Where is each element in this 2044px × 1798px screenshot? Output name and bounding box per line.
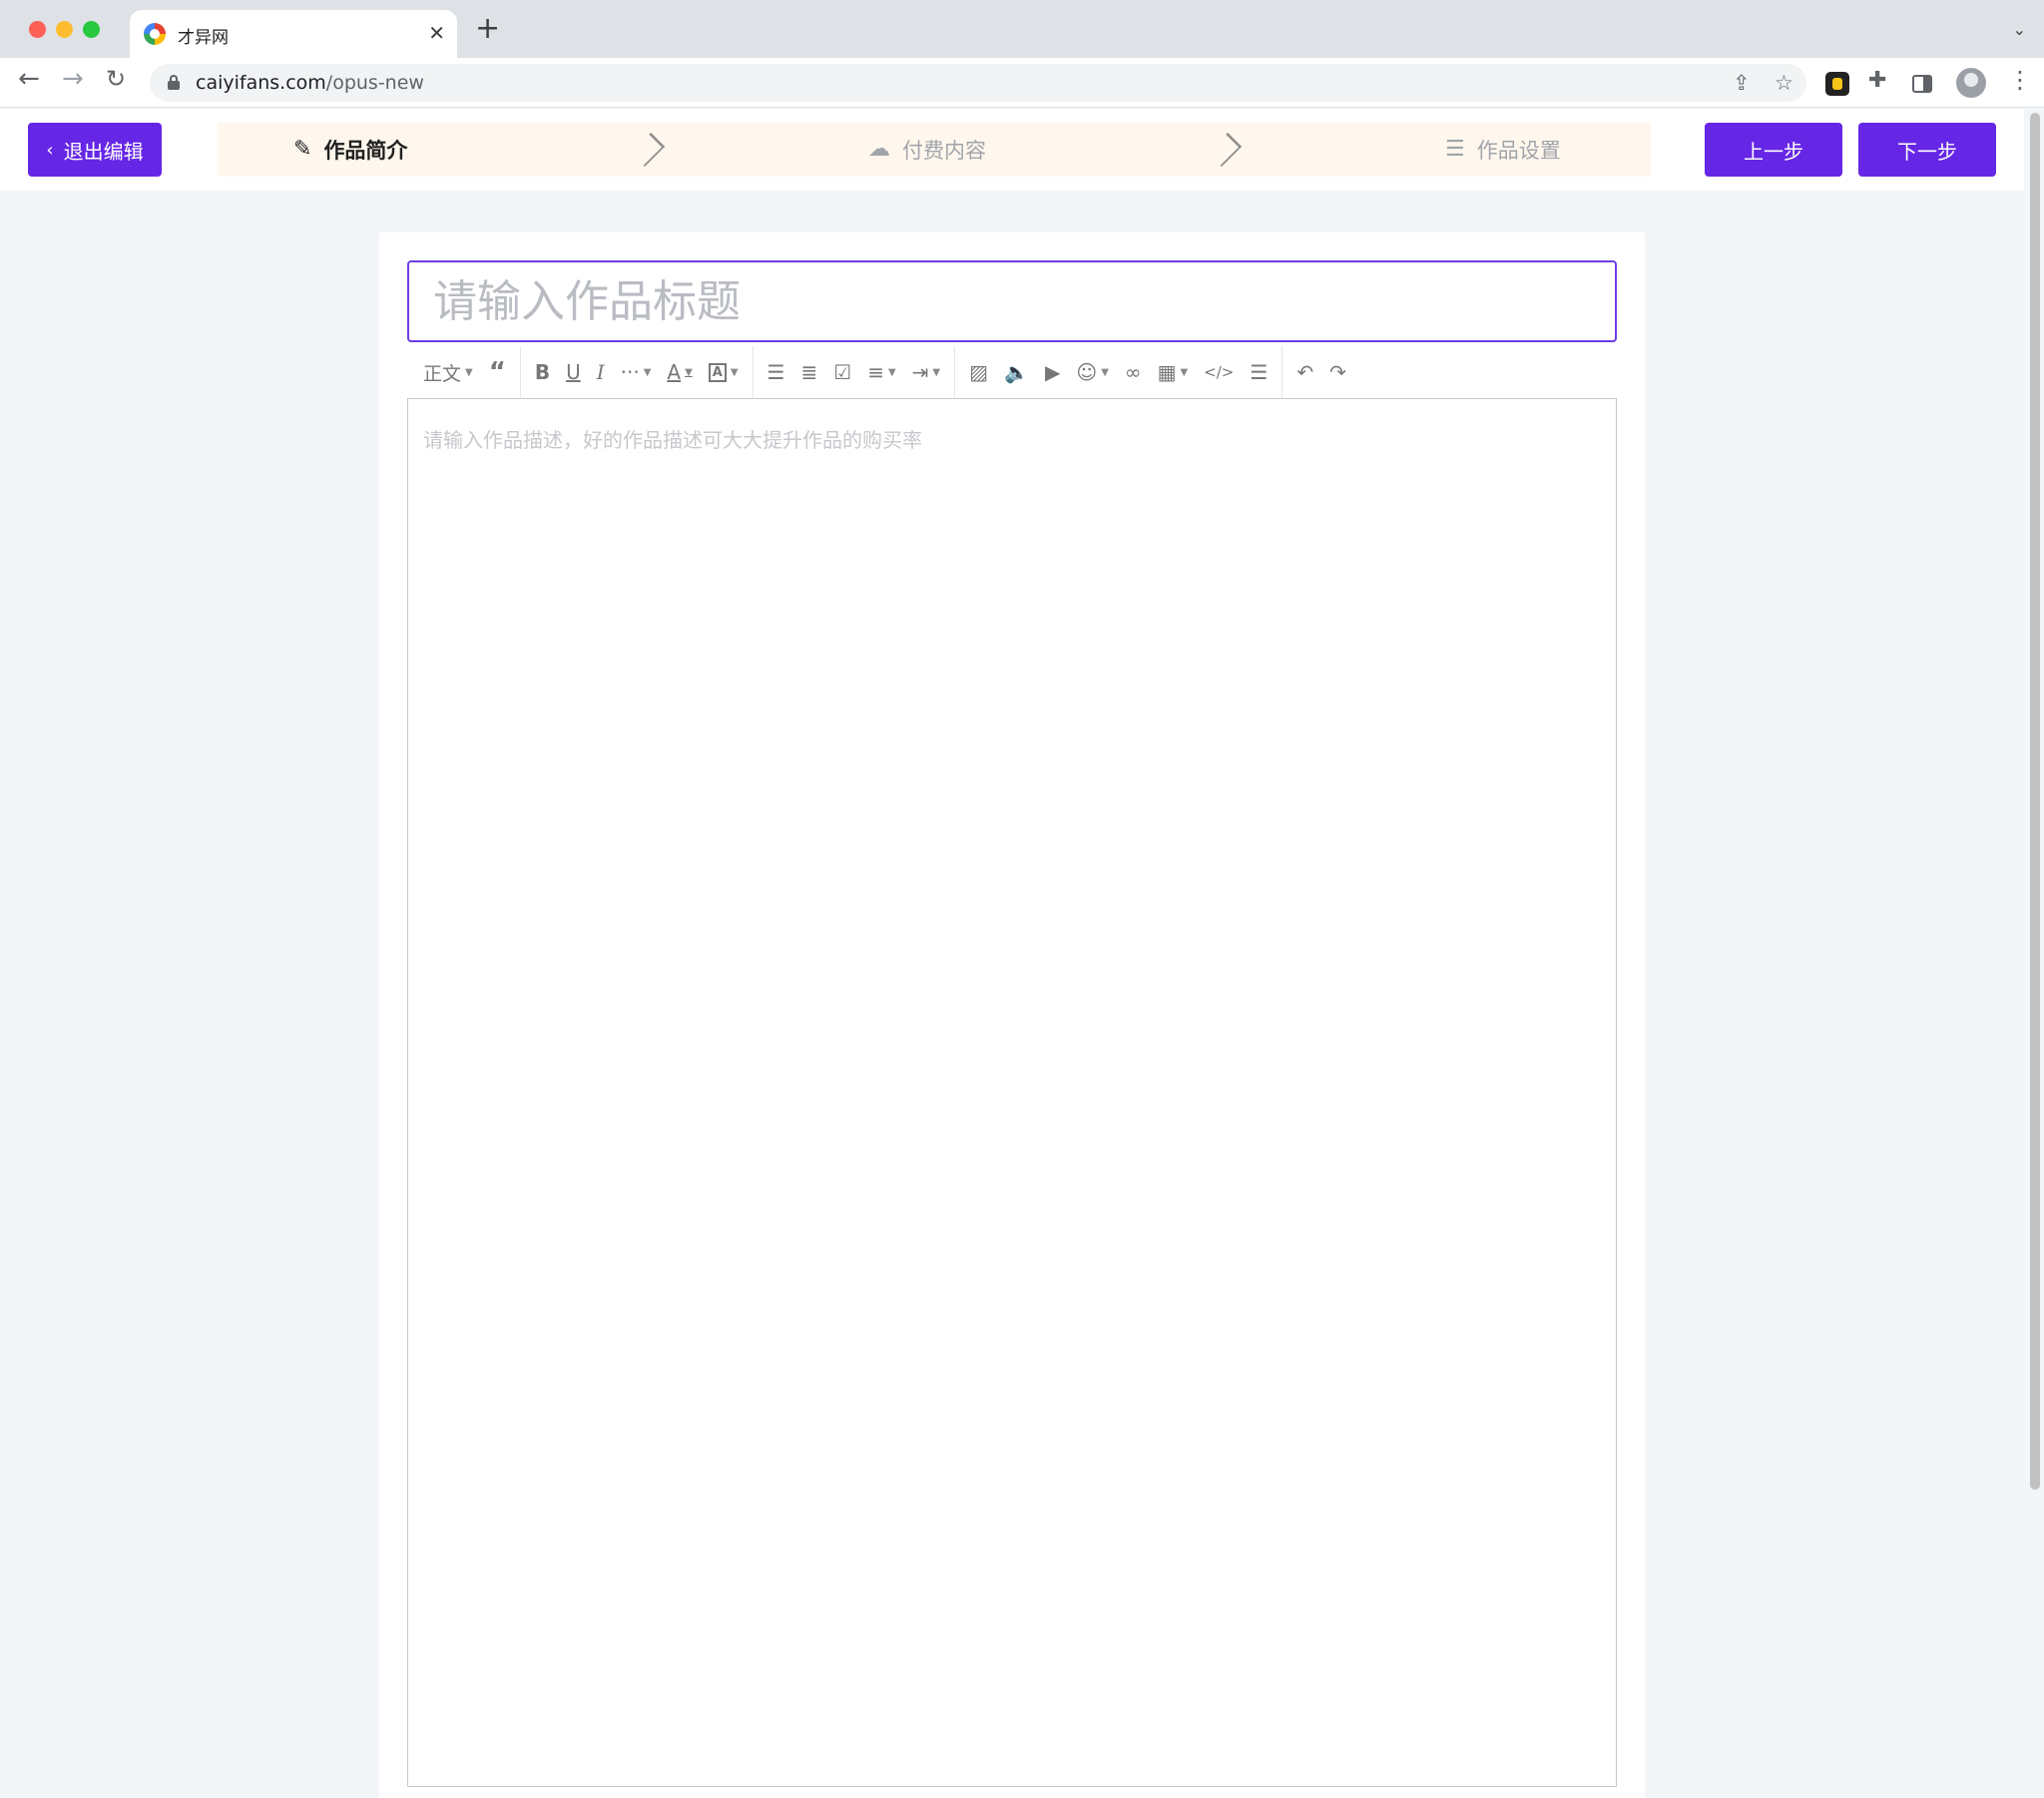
- step-paid-content[interactable]: ☁ 付费内容: [868, 123, 986, 177]
- editor-card: 正文▼ “ B U I ···▼ A▼ A▼ ☰ ≣ ☑ ≡▼ ⇥▼ ▨ 🔈 ▶…: [379, 232, 1645, 1798]
- indent-icon[interactable]: ⇥ ▼: [904, 356, 948, 388]
- tab-close-icon[interactable]: ✕: [428, 21, 445, 45]
- profile-avatar[interactable]: [1956, 68, 1986, 98]
- tab-search-chevron-icon[interactable]: ⌄: [2013, 20, 2026, 39]
- align-icon[interactable]: ≡ ▼: [859, 356, 903, 388]
- insert-video-icon[interactable]: ▶: [1037, 356, 1068, 388]
- work-title-input[interactable]: [407, 260, 1617, 342]
- edit-icon: ✎: [293, 137, 312, 162]
- paragraph-style-label: 正文: [423, 362, 462, 385]
- link-icon[interactable]: ∞: [1117, 356, 1150, 388]
- step-settings-label: 作品设置: [1476, 139, 1561, 163]
- new-tab-icon[interactable]: +: [475, 14, 500, 44]
- step-progress: ✎ 作品简介 ☁ 付费内容 ☰ 作品设置: [218, 123, 1651, 177]
- page-scrollbar[interactable]: [2030, 113, 2040, 1490]
- editor-toolbar: 正文 ▼ “ B U I ··· ▼ A ▼ A ▼ ☰ ≣ ☑ ≡ ▼ ⇥ ▼ ▨ 🔈 ▶…: [407, 342, 1617, 402]
- bold-icon[interactable]: B: [527, 356, 558, 388]
- zoom-window-button[interactable]: [83, 21, 100, 38]
- toolbar-divider: [752, 346, 754, 398]
- step-paid-content-label: 付费内容: [902, 139, 986, 163]
- bulleted-list-icon[interactable]: ☰: [760, 356, 793, 388]
- bookmark-star-icon[interactable]: ☆: [1775, 71, 1793, 95]
- code-icon[interactable]: </>: [1196, 356, 1242, 388]
- cloud-upload-icon: ☁: [868, 137, 890, 162]
- toolbar-divider: [1281, 346, 1283, 398]
- share-icon[interactable]: ⇪: [1733, 71, 1751, 95]
- back-arrow-icon[interactable]: ←: [18, 66, 40, 92]
- undo-icon[interactable]: ↶: [1288, 356, 1321, 388]
- lock-icon: [168, 75, 180, 90]
- caret-down-icon: ▼: [465, 366, 473, 378]
- blockquote-icon[interactable]: “: [481, 356, 514, 388]
- toolbar-divider: [954, 346, 956, 398]
- side-panel-icon[interactable]: [1912, 75, 1932, 93]
- exit-edit-button[interactable]: ‹ 退出编辑: [28, 123, 162, 177]
- font-color-icon[interactable]: A ▼: [659, 356, 700, 388]
- table-icon[interactable]: ▦ ▼: [1150, 356, 1197, 388]
- step-arrow-icon: [637, 133, 659, 167]
- step-intro-label: 作品简介: [323, 139, 408, 163]
- paragraph-style-select[interactable]: 正文 ▼: [415, 356, 481, 388]
- site-favicon-icon: [144, 23, 166, 45]
- chevron-left-icon: ‹: [46, 139, 54, 161]
- browser-tab-bar: 才异网 ✕ + ⌄: [0, 0, 2044, 58]
- address-bar[interactable]: caiyifans.com/opus-new ⇪ ☆: [150, 64, 1806, 102]
- more-styles-icon[interactable]: ··· ▼: [613, 356, 660, 388]
- previous-step-button[interactable]: 上一步: [1705, 123, 1842, 177]
- browser-toolbar: ← → ↻ caiyifans.com/opus-new ⇪ ☆ ✚ ⋮: [0, 58, 2044, 108]
- url-text: caiyifans.com/opus-new: [196, 72, 424, 94]
- emoji-icon[interactable]: ☺ ▼: [1068, 356, 1117, 388]
- step-arrow-icon: [1214, 133, 1236, 167]
- description-placeholder: 请输入作品描述，好的作品描述可大大提升作品的购买率: [423, 428, 922, 452]
- step-settings[interactable]: ☰ 作品设置: [1445, 123, 1561, 177]
- extensions-puzzle-icon[interactable]: ✚: [1868, 68, 1892, 93]
- browser-menu-icon[interactable]: ⋮: [2008, 68, 2032, 92]
- tab-title: 才异网: [178, 28, 229, 48]
- next-step-button[interactable]: 下一步: [1858, 123, 1996, 177]
- horizontal-rule-icon[interactable]: ☰: [1242, 356, 1276, 388]
- italic-icon[interactable]: I: [589, 356, 613, 388]
- extension-icon[interactable]: [1825, 72, 1849, 96]
- exit-edit-label: 退出编辑: [63, 139, 144, 164]
- minimize-window-button[interactable]: [56, 21, 73, 38]
- redo-icon[interactable]: ↷: [1321, 356, 1354, 388]
- browser-tab[interactable]: 才异网 ✕: [130, 10, 457, 58]
- page-header: ‹ 退出编辑 ✎ 作品简介 ☁ 付费内容 ☰ 作品设置 上一步 下一步: [0, 109, 2024, 191]
- close-window-button[interactable]: [29, 21, 46, 38]
- insert-audio-icon[interactable]: 🔈: [996, 356, 1037, 388]
- reload-icon[interactable]: ↻: [106, 67, 126, 91]
- step-intro[interactable]: ✎ 作品简介: [293, 123, 407, 177]
- underline-icon[interactable]: U: [558, 356, 589, 388]
- numbered-list-icon[interactable]: ≣: [792, 356, 825, 388]
- todo-checkbox-icon[interactable]: ☑: [825, 356, 859, 388]
- toolbar-divider: [519, 346, 521, 398]
- description-editor[interactable]: 请输入作品描述，好的作品描述可大大提升作品的购买率: [407, 398, 1617, 1787]
- sliders-icon: ☰: [1445, 137, 1465, 162]
- insert-image-icon[interactable]: ▨: [961, 356, 996, 388]
- background-color-icon[interactable]: A ▼: [701, 356, 747, 388]
- forward-arrow-icon[interactable]: →: [62, 66, 84, 92]
